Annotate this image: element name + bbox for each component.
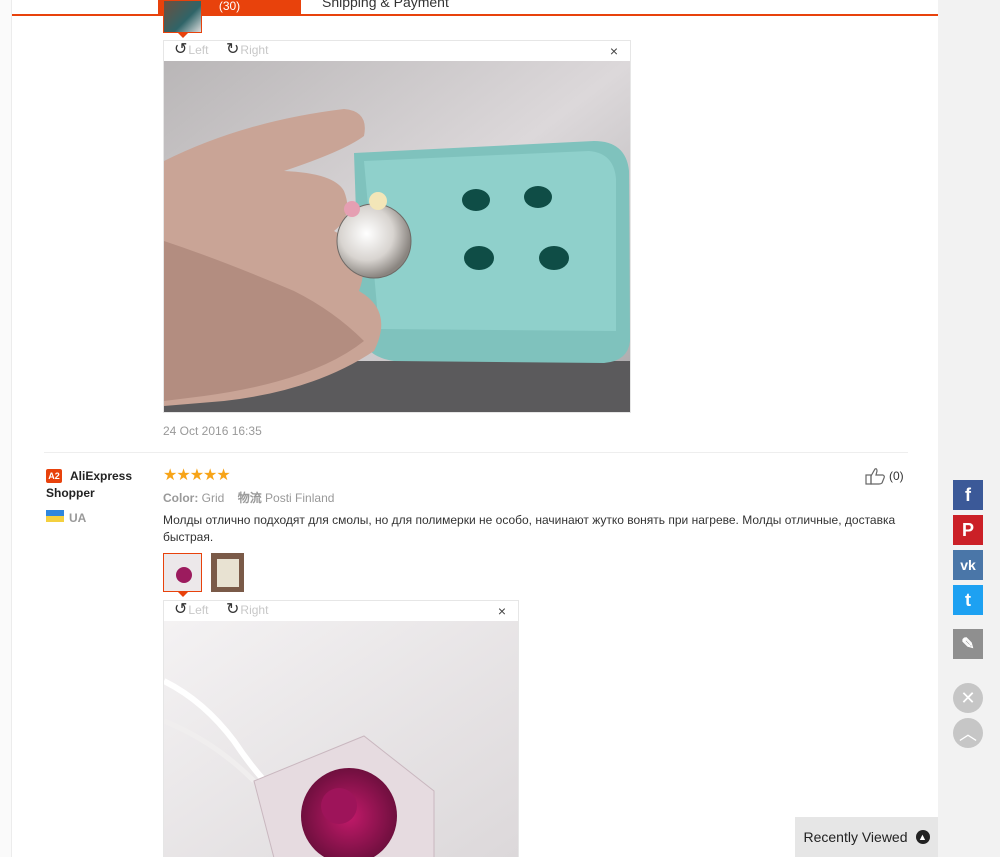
color-label: Color:: [163, 491, 199, 505]
twitter-share-icon[interactable]: t: [953, 585, 983, 615]
close-circle-icon[interactable]: ✕: [953, 683, 983, 713]
mold-photo-image: [164, 61, 630, 412]
rotate-left-label: Left: [188, 603, 209, 617]
review2-thumbnail-1[interactable]: [163, 553, 202, 592]
rotate-left-icon: ↺: [174, 41, 188, 58]
helpful-count: (0): [889, 469, 904, 483]
rotate-left-button[interactable]: ↺ Left: [174, 42, 208, 58]
photo-viewer-2: ↺ Left ↻ Right ×: [163, 600, 519, 857]
tab-feedback-label: (30): [218, 0, 241, 13]
chevron-up-icon: ▲: [915, 830, 930, 844]
logistics-value: Posti Finland: [265, 491, 335, 505]
rotate-right-button-2[interactable]: ↻ Right: [226, 602, 268, 618]
page: (30) Shipping & Payment ↺ Left ↻ Right ×: [0, 0, 1000, 857]
recently-viewed-button[interactable]: Recently Viewed ▲: [795, 817, 938, 857]
viewer-close-icon[interactable]: ×: [610, 43, 618, 59]
recently-viewed-label: Recently Viewed: [803, 829, 908, 845]
viewer-toolbar: ↺ Left ↻ Right ×: [164, 41, 630, 61]
review-text: Молды отлично подходят для смолы, но для…: [163, 513, 896, 544]
thumbs-up-icon: [865, 468, 885, 485]
review-photo-mold: [164, 61, 630, 412]
vk-share-icon[interactable]: vk: [953, 550, 983, 580]
helpful-button[interactable]: (0): [865, 467, 904, 485]
left-edge: [0, 0, 12, 857]
thumbnail-image: [164, 554, 201, 591]
logistics-label: 物流: [237, 491, 262, 505]
star-rating: ★★★★★: [163, 467, 231, 484]
viewer2-toolbar: ↺ Left ↻ Right ×: [164, 601, 518, 621]
edit-feedback-icon[interactable]: ✎: [953, 629, 983, 659]
rotate-right-button[interactable]: ↻ Right: [226, 42, 268, 58]
rotate-right-label: Right: [240, 603, 269, 617]
review-separator: [44, 452, 908, 453]
pendant-photo-image: [164, 621, 518, 857]
tab-shipping[interactable]: Shipping & Payment: [322, 0, 449, 10]
thumbnail-image-2: [211, 553, 244, 592]
tabs-underline: [12, 14, 938, 16]
rotate-right-icon: ↻: [226, 41, 240, 58]
reviewer-name: AliExpress Shopper: [46, 469, 133, 500]
rotate-left-label: Left: [188, 43, 209, 57]
back-to-top-icon[interactable]: ︿: [953, 718, 983, 748]
ukraine-flag-icon: [46, 510, 64, 522]
pinterest-share-icon[interactable]: P: [953, 515, 983, 545]
review2-thumbnail-2[interactable]: [211, 553, 250, 592]
viewer2-close-icon[interactable]: ×: [498, 603, 506, 619]
reviewer-country: UA: [69, 511, 87, 525]
review-photo-pendant: [164, 621, 518, 857]
thumbnail-caret: [178, 33, 188, 38]
order-info: Color: Grid 物流 Posti Finland: [163, 489, 334, 506]
rotate-right-label: Right: [240, 43, 269, 57]
facebook-share-icon[interactable]: f: [953, 480, 983, 510]
thumbnail-caret-2: [178, 592, 188, 597]
review1-thumbnail[interactable]: [163, 0, 202, 33]
rotate-right-icon: ↻: [226, 601, 240, 618]
rotate-left-button-2[interactable]: ↺ Left: [174, 602, 208, 618]
rotate-left-icon: ↺: [174, 601, 188, 618]
color-value: Grid: [201, 491, 225, 505]
review1-date: 24 Oct 2016 16:35: [163, 424, 262, 438]
photo-viewer-1: ↺ Left ↻ Right ×: [163, 40, 631, 413]
